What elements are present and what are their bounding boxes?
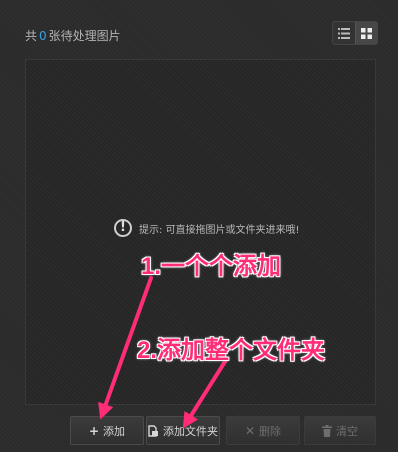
- header-bar: 共 0 张待处理图片: [0, 0, 398, 60]
- add-button-label: 添加: [103, 424, 126, 438]
- add-button[interactable]: + 添加: [70, 416, 144, 445]
- x-icon: ✕: [244, 423, 256, 438]
- count-suffix: 张待处理图片: [48, 29, 121, 43]
- annotation-step-2: 2.添加整个文件夹: [137, 337, 326, 364]
- hint-text: 提示: 可直接拖图片或文件夹进来哦!: [139, 224, 300, 236]
- list-icon: [337, 27, 350, 39]
- plus-icon: +: [88, 423, 100, 438]
- annotation-step-1: 1.一个个添加: [141, 253, 282, 280]
- count-prefix: 共: [25, 29, 38, 43]
- list-view-button[interactable]: [333, 22, 355, 44]
- clear-button[interactable]: 清空: [304, 416, 376, 445]
- drop-hint: ! 提示: 可直接拖图片或文件夹进来哦!: [114, 219, 300, 237]
- clear-button-label: 清空: [336, 424, 358, 438]
- action-button-bar: + 添加 添加文件夹 ✕ 删除 清空: [0, 413, 398, 449]
- folder-icon: [148, 424, 158, 437]
- grid-icon: [360, 27, 372, 39]
- delete-button[interactable]: ✕ 删除: [226, 416, 300, 445]
- add-folder-button[interactable]: 添加文件夹: [146, 416, 220, 445]
- add-folder-button-label: 添加文件夹: [163, 424, 218, 438]
- delete-button-label: 删除: [259, 424, 282, 438]
- count-value: 0: [39, 29, 47, 43]
- grid-view-button[interactable]: [354, 22, 377, 44]
- image-count-text: 共 0 张待处理图片: [25, 29, 121, 43]
- trash-icon: [322, 424, 332, 437]
- exclamation-icon: !: [114, 219, 132, 237]
- view-toggle: [332, 21, 378, 45]
